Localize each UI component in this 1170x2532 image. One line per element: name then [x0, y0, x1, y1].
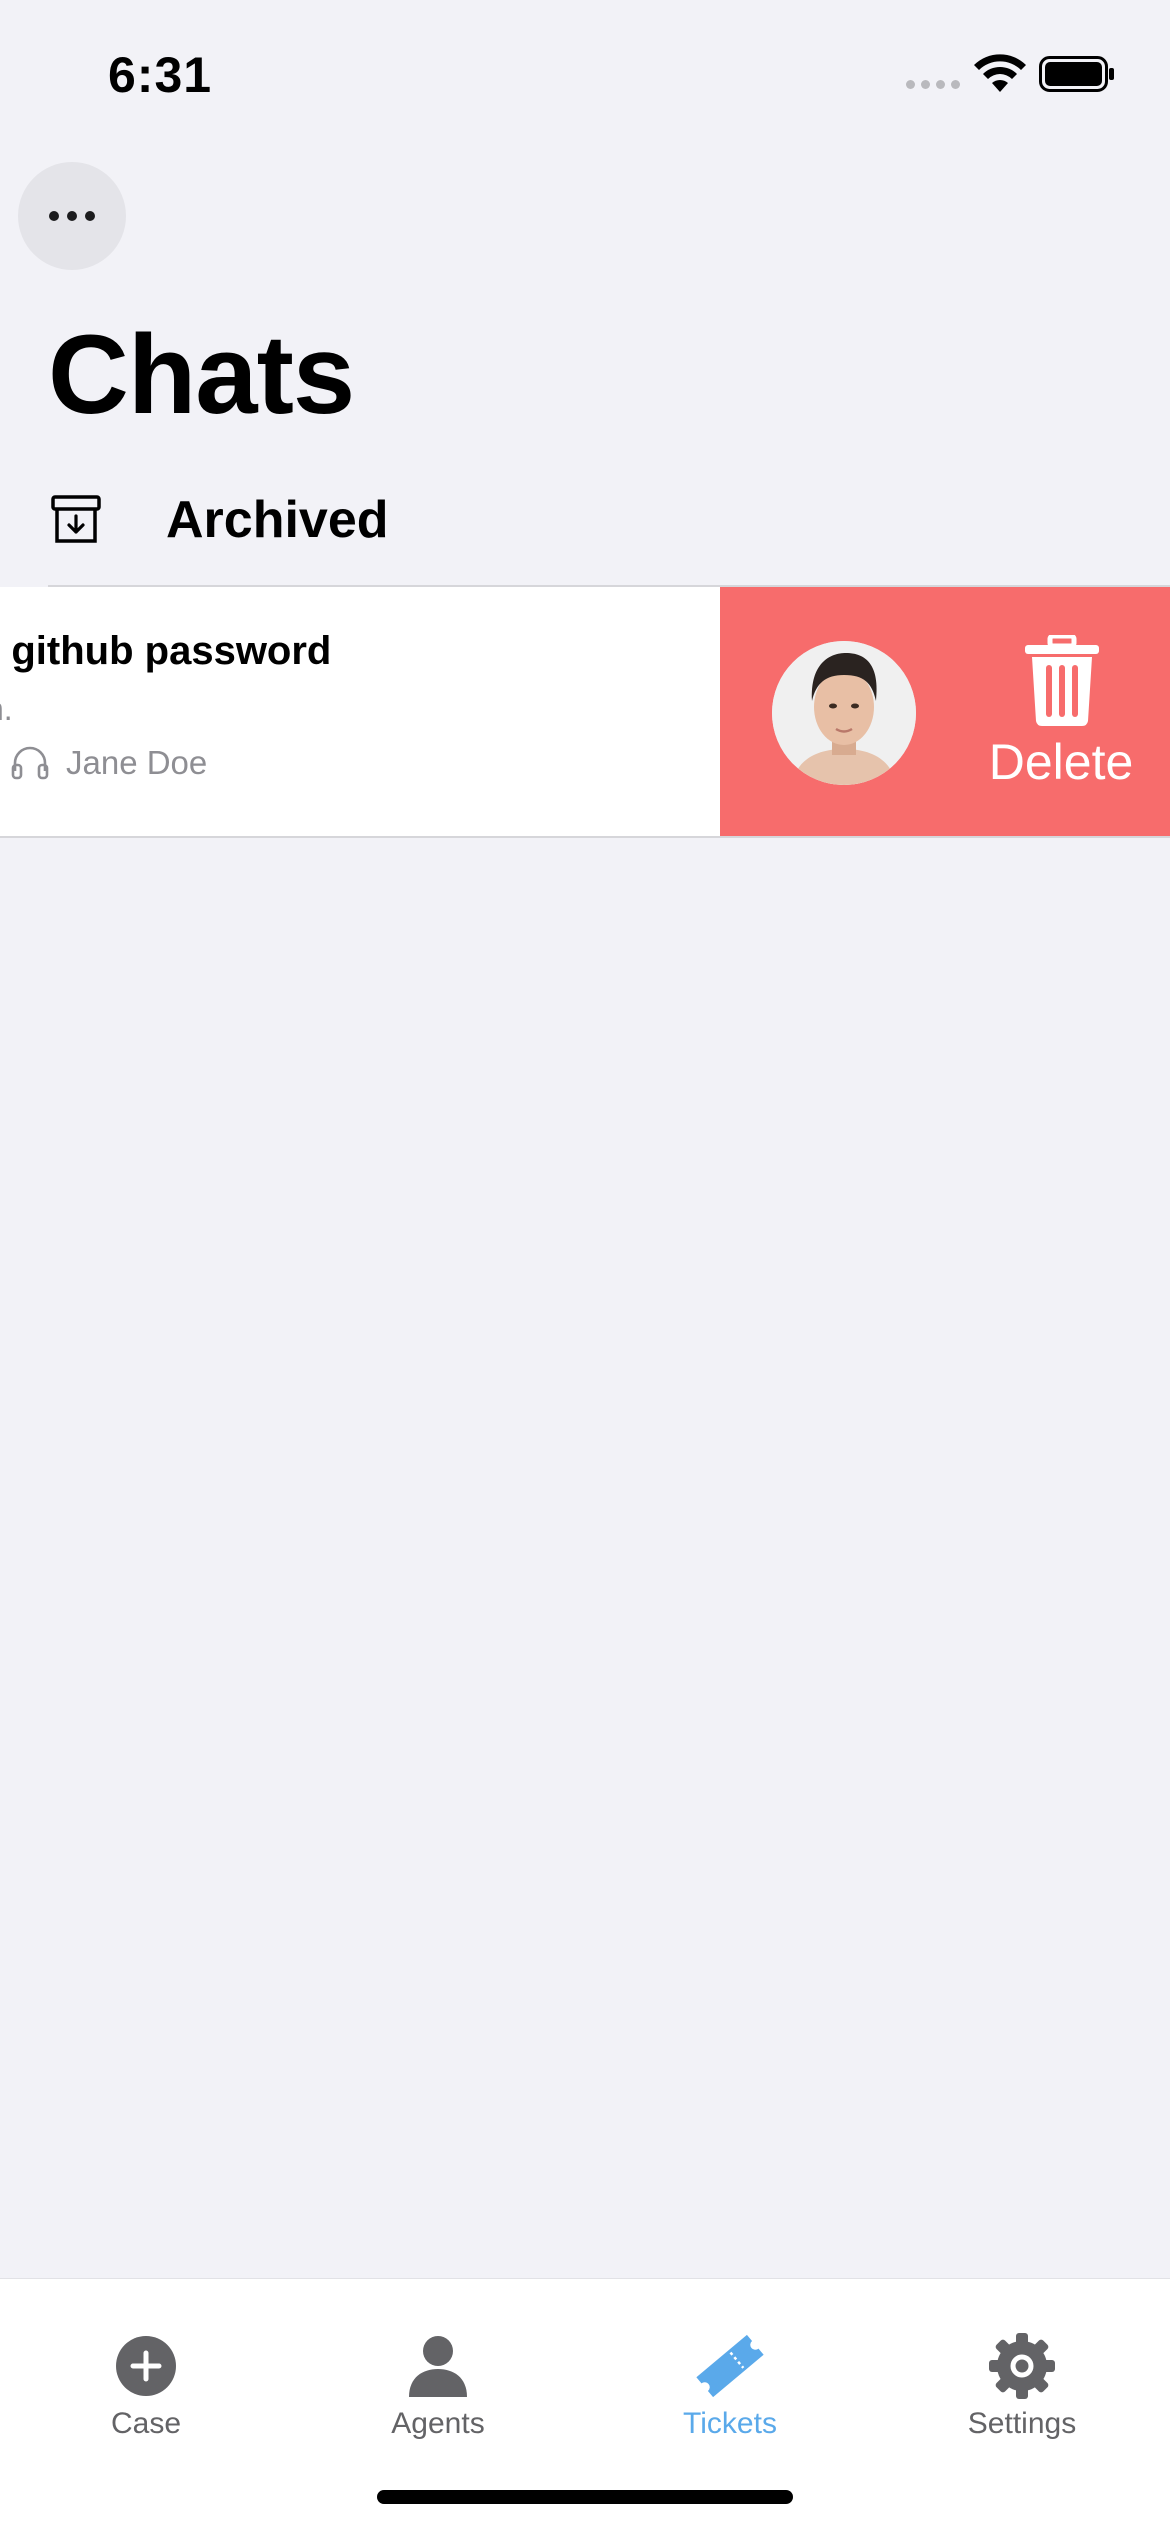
ellipsis-icon	[67, 211, 77, 221]
screen: 6:31 Chats Archived y github password n.	[0, 0, 1170, 2532]
tab-case[interactable]: Case	[0, 2279, 292, 2440]
tab-settings[interactable]: Settings	[876, 2279, 1168, 2440]
agent-row: Jane Doe	[10, 743, 207, 783]
chat-title: y github password	[0, 629, 332, 673]
tab-agents[interactable]: Agents	[292, 2279, 584, 2440]
wifi-icon	[974, 54, 1026, 92]
tab-label: Agents	[391, 2407, 485, 2440]
page-title: Chats	[48, 312, 355, 437]
archived-row[interactable]: Archived	[0, 470, 1170, 586]
avatar	[772, 641, 916, 785]
delete-label: Delete	[988, 734, 1134, 790]
ticket-icon	[696, 2334, 764, 2398]
status-time: 6:31	[108, 47, 213, 103]
chat-list-item[interactable]: y github password n. Jane Doe	[0, 587, 720, 836]
archived-label: Archived	[166, 491, 389, 549]
tab-label: Tickets	[683, 2407, 777, 2440]
archive-box-icon	[51, 495, 101, 543]
tab-label: Settings	[967, 2407, 1077, 2440]
delete-swipe-button[interactable]: Delete	[720, 587, 1170, 836]
chat-preview: n.	[0, 691, 13, 727]
ellipsis-icon	[85, 211, 95, 221]
more-options-button[interactable]	[18, 162, 126, 270]
ellipsis-icon	[49, 211, 59, 221]
gear-icon	[989, 2333, 1055, 2399]
tab-label: Case	[110, 2407, 182, 2440]
cellular-signal-icon	[906, 80, 960, 89]
tab-tickets[interactable]: Tickets	[584, 2279, 876, 2440]
plus-circle-icon	[116, 2336, 176, 2396]
person-icon	[409, 2336, 467, 2397]
trash-icon	[1025, 635, 1099, 726]
agent-name: Jane Doe	[66, 744, 208, 781]
home-indicator	[377, 2490, 793, 2504]
headset-icon	[11, 746, 49, 780]
battery-icon	[1039, 56, 1114, 92]
divider	[0, 836, 1170, 838]
